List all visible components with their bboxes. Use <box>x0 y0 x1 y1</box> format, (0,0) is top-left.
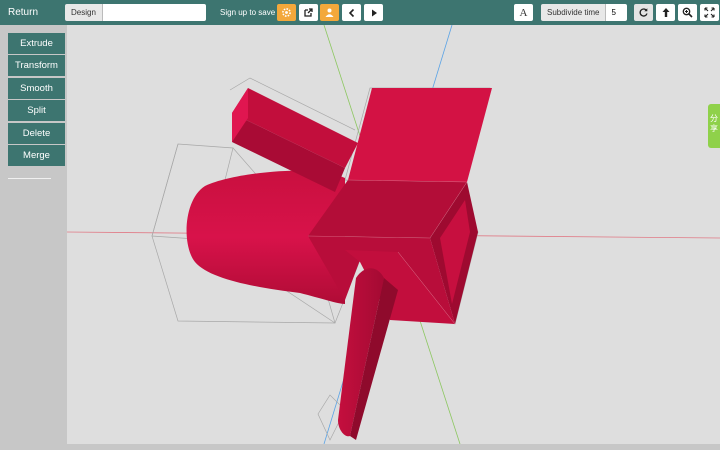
gear-icon <box>282 8 291 17</box>
transform-button[interactable]: Transform <box>8 55 65 76</box>
design-name-input[interactable] <box>102 4 206 21</box>
3d-viewport[interactable] <box>67 25 720 444</box>
zoom-in-button[interactable] <box>678 4 697 21</box>
tool-panel: Extrude Transform Smooth Split Delete Me… <box>0 25 67 450</box>
panel-divider <box>8 178 51 179</box>
font-label: A <box>519 6 528 19</box>
viewport-bottom-border <box>67 444 720 450</box>
return-button[interactable]: Return <box>8 5 38 22</box>
sign-up-link[interactable]: Sign up to save <box>220 5 275 22</box>
split-button[interactable]: Split <box>8 100 65 121</box>
external-link-icon <box>304 8 313 17</box>
settings-button[interactable] <box>277 4 296 21</box>
smooth-button[interactable]: Smooth <box>8 78 65 99</box>
font-button[interactable]: A <box>514 4 533 21</box>
play-button[interactable] <box>364 4 383 21</box>
previous-button[interactable] <box>342 4 361 21</box>
chevron-left-icon <box>348 8 354 17</box>
play-icon <box>371 9 377 16</box>
export-button[interactable] <box>299 4 318 21</box>
top-toolbar: Return Design Name Sign up to save A <box>0 0 720 25</box>
delete-button[interactable]: Delete <box>8 123 65 144</box>
account-button[interactable] <box>320 4 339 21</box>
user-icon <box>325 8 334 17</box>
design-name-field: Design Name <box>65 4 206 21</box>
subdivide-input[interactable] <box>606 4 627 21</box>
extrude-button[interactable]: Extrude <box>8 33 65 54</box>
upload-button[interactable] <box>656 4 675 21</box>
upload-icon <box>662 8 669 17</box>
model-box-top <box>348 88 492 182</box>
reset-button[interactable] <box>634 4 653 21</box>
model-scene <box>67 25 720 444</box>
subdivide-field: Subdivide time <box>541 4 627 21</box>
merge-button[interactable]: Merge <box>8 145 65 166</box>
fullscreen-button[interactable] <box>700 4 719 21</box>
fullscreen-icon <box>704 7 715 18</box>
design-name-label: Design Name <box>65 4 103 21</box>
share-tab[interactable]: 分享 <box>708 104 720 148</box>
refresh-icon <box>639 8 648 17</box>
subdivide-label: Subdivide time <box>541 4 607 21</box>
zoom-in-icon <box>682 7 693 18</box>
